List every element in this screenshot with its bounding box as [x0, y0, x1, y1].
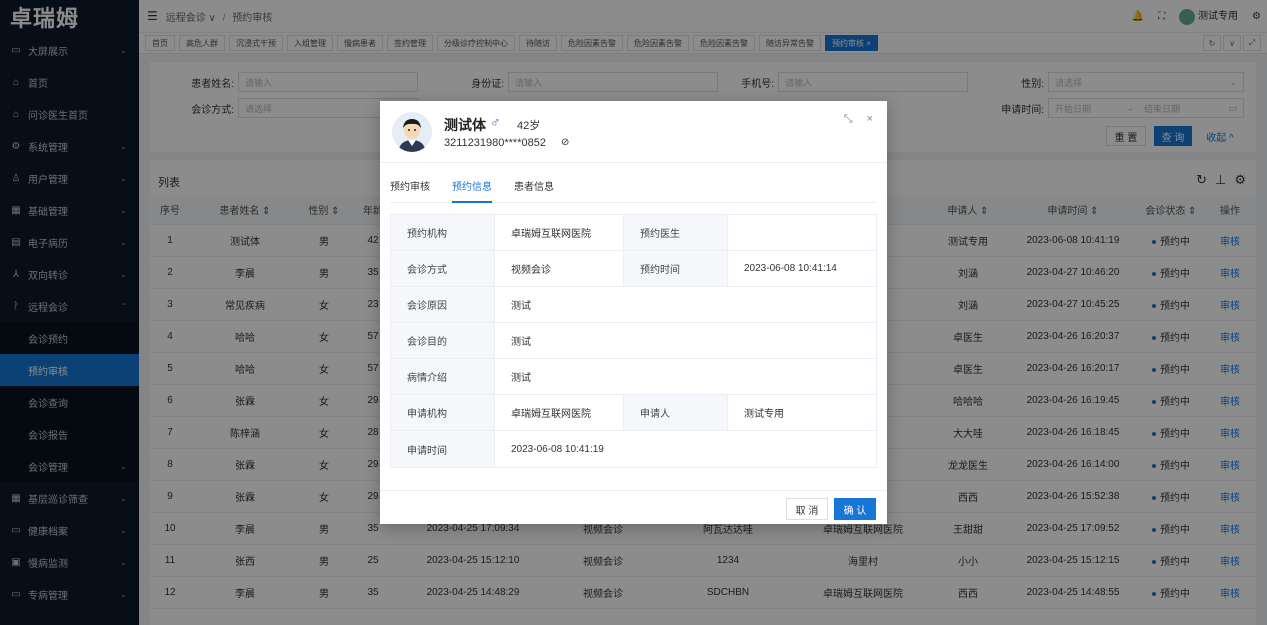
eye-off-icon[interactable]: ⊘: [561, 137, 569, 148]
patient-name: 测试体: [444, 117, 486, 133]
close-icon[interactable]: ×: [867, 113, 873, 126]
appointment-details: 预约机构 卓瑞姆互联网医院 预约医生 会诊方式 视频会诊 预约时间 2023-0…: [390, 214, 877, 468]
cancel-button[interactable]: 取 消: [786, 498, 828, 520]
tab-patient-info[interactable]: 患者信息: [514, 179, 554, 203]
detail-row: 会诊目的 测试: [391, 323, 876, 359]
detail-row: 申请时间 2023-06-08 10:41:19: [391, 431, 876, 467]
appointment-review-modal: 测试体 ♂ 42岁 3211231980****0852 ⊘ ⤡ × 预约审核 …: [380, 101, 887, 524]
modal-header: 测试体 ♂ 42岁 3211231980****0852 ⊘ ⤡ ×: [380, 101, 887, 163]
appointment-org-value: 卓瑞姆互联网医院: [495, 215, 624, 250]
detail-row: 申请机构 卓瑞姆互联网医院 申请人 测试专用: [391, 395, 876, 431]
male-icon: ♂: [490, 114, 501, 130]
tab-review[interactable]: 预约审核: [390, 179, 430, 203]
detail-row: 会诊原因 测试: [391, 287, 876, 323]
detail-row: 预约机构 卓瑞姆互联网医院 预约医生: [391, 215, 876, 251]
patient-id-number: 3211231980****0852: [444, 137, 546, 149]
modal-footer: 取 消 确 认: [380, 490, 887, 524]
apply-org-value: 卓瑞姆互联网医院: [495, 395, 624, 430]
patient-age: 42岁: [517, 120, 541, 132]
apply-time-value: 2023-06-08 10:41:19: [511, 443, 604, 455]
applicant-value: 测试专用: [744, 409, 784, 420]
tab-appointment-info[interactable]: 预约信息: [452, 179, 492, 203]
modal-controls: ⤡ ×: [844, 113, 873, 126]
consult-method-value: 视频会诊: [495, 251, 624, 286]
appointment-time-value: 2023-06-08 10:41:14: [744, 263, 837, 274]
consult-purpose-value: 测试: [511, 337, 531, 348]
condition-value: 测试: [511, 373, 531, 384]
detail-row: 病情介绍 测试: [391, 359, 876, 395]
detail-row: 会诊方式 视频会诊 预约时间 2023-06-08 10:41:14: [391, 251, 876, 287]
appointment-doctor-value: [728, 215, 876, 250]
modal-tabs: 预约审核 预约信息 患者信息: [390, 179, 877, 203]
confirm-button[interactable]: 确 认: [834, 498, 876, 520]
patient-avatar: [392, 112, 432, 152]
consult-reason-value: 测试: [511, 301, 531, 312]
expand-icon[interactable]: ⤡: [844, 113, 853, 126]
